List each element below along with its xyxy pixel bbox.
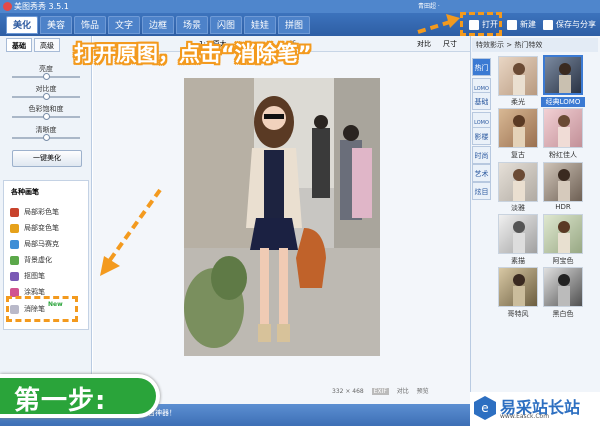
effect-label: 哥特风 [507,310,529,318]
person-thumbnail-icon [513,63,525,95]
person-thumbnail-icon [559,63,571,93]
effect-label: 黑白色 [552,310,574,318]
effect-thumb[interactable] [543,267,583,307]
effect-thumb-selected[interactable] [543,55,583,95]
effect-label-selected: 经典LOMO [541,97,585,107]
effect-label: 阿宝色 [552,257,574,265]
effects-breadcrumb: 特效影示 > 热门特效 [472,38,598,52]
person-thumbnail-icon [513,221,525,253]
effect-thumb[interactable] [543,108,583,148]
category-fashion[interactable]: 时尚 [472,146,491,164]
person-thumbnail-icon [513,274,525,306]
person-thumbnail-icon [513,169,525,201]
watermark-url: www.Easck.Com [500,413,550,420]
category-art[interactable]: 艺术 [472,164,491,182]
step-banner: 第一步: [0,374,160,418]
site-watermark: e 易采站长站 www.Easck.Com [470,392,600,426]
person-thumbnail-icon [558,169,570,201]
effect-thumb[interactable] [498,108,538,148]
arrow-head-right-icon [446,14,460,28]
svg-text:e: e [481,401,488,415]
effect-label: 柔光 [511,98,525,106]
category-basic[interactable]: 基础 [472,92,491,110]
effect-thumb[interactable] [498,267,538,307]
effect-label: 复古 [511,151,525,159]
step-label: 第一步: [14,386,107,416]
effect-thumb[interactable] [498,162,538,202]
effect-label: 淡雅 [511,204,525,212]
effect-label: 粉红佳人 [549,151,577,159]
site-logo-icon: e [474,396,496,420]
effect-label: 素描 [511,257,525,265]
person-thumbnail-icon [558,115,570,147]
effect-thumb[interactable] [543,162,583,202]
effect-thumb[interactable] [498,56,538,96]
effect-label: HDR [555,203,571,211]
person-thumbnail-icon [513,115,525,147]
category-hot[interactable]: 热门 [472,58,491,76]
category-dazzle[interactable]: 炫目 [472,182,491,200]
person-thumbnail-icon [558,221,570,253]
category-studio[interactable]: 影楼 [472,127,491,145]
effect-thumb[interactable] [543,214,583,254]
effect-thumb[interactable] [498,214,538,254]
person-thumbnail-icon [558,274,570,306]
